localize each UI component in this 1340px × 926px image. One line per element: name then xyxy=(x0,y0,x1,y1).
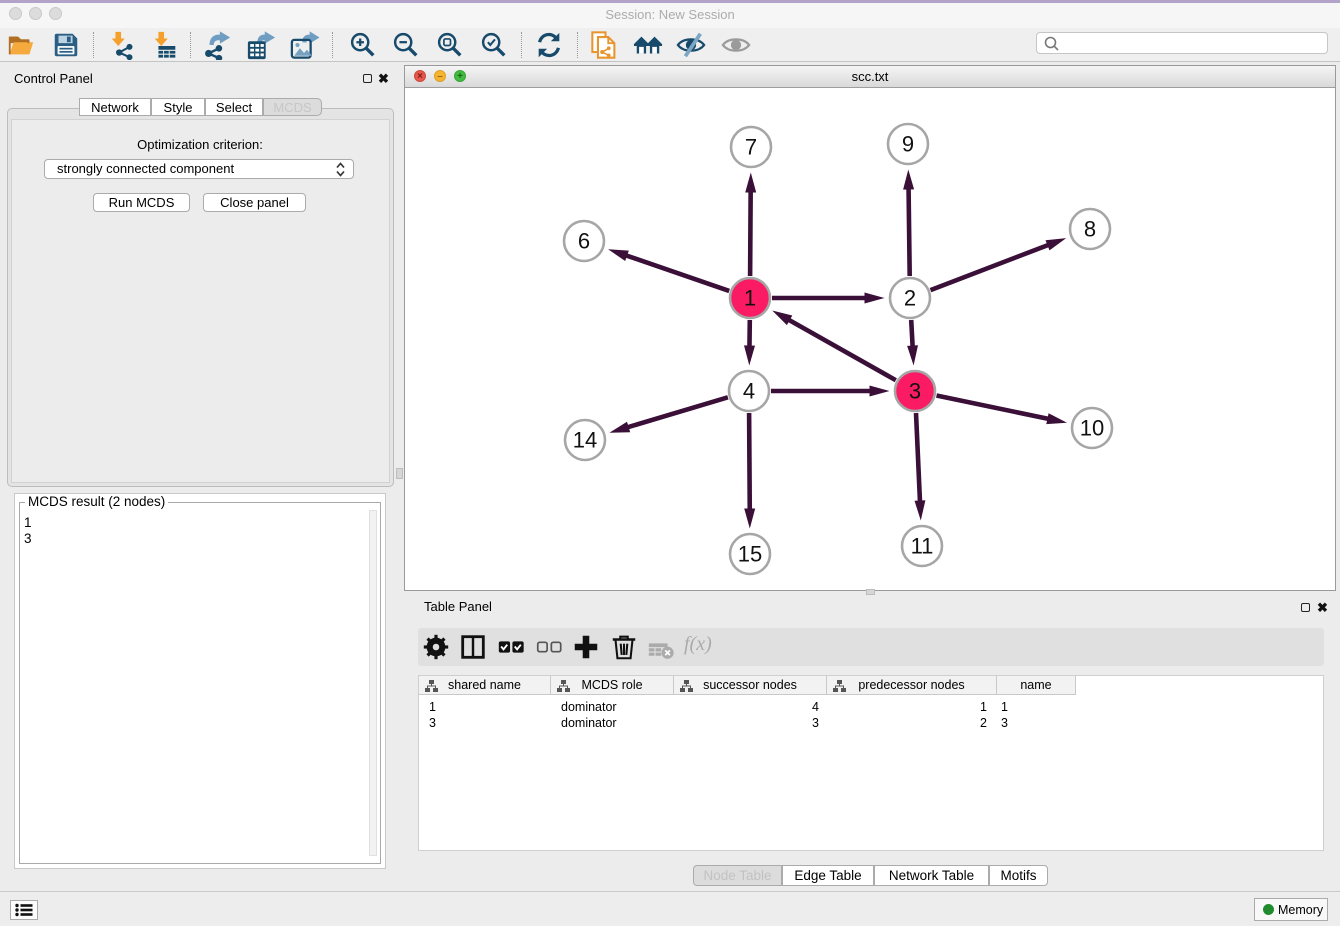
svg-text:3: 3 xyxy=(909,379,921,404)
svg-text:10: 10 xyxy=(1080,416,1104,441)
svg-text:15: 15 xyxy=(738,542,762,567)
svg-text:4: 4 xyxy=(743,379,755,404)
svg-text:7: 7 xyxy=(745,135,757,160)
svg-text:11: 11 xyxy=(911,534,934,559)
svg-text:8: 8 xyxy=(1084,217,1096,242)
svg-text:1: 1 xyxy=(744,286,756,311)
svg-text:9: 9 xyxy=(902,132,914,157)
svg-text:14: 14 xyxy=(573,428,597,453)
svg-text:2: 2 xyxy=(904,286,916,311)
svg-text:6: 6 xyxy=(578,229,590,254)
